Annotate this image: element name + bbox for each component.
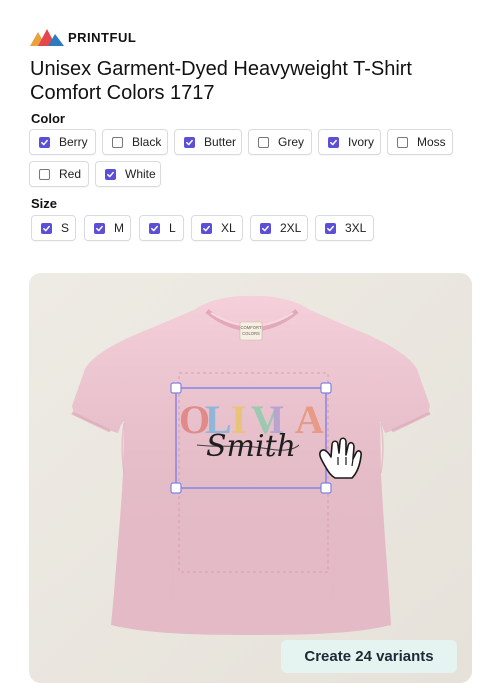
size-option-3xl[interactable]: 3XL — [315, 215, 374, 241]
checkbox-icon[interactable] — [39, 168, 50, 180]
size-option-label: XL — [221, 221, 236, 235]
brand-name: PRINTFUL — [68, 29, 137, 45]
checkbox-icon[interactable] — [105, 168, 116, 180]
create-variants-button[interactable]: Create 24 variants — [281, 640, 457, 673]
color-option-white[interactable]: White — [95, 161, 161, 187]
color-option-label: Ivory — [348, 135, 375, 149]
checkbox-icon[interactable] — [112, 136, 123, 148]
checkbox-icon[interactable] — [184, 136, 195, 148]
color-option-label: Black — [132, 135, 162, 149]
size-option-s[interactable]: S — [31, 215, 76, 241]
resize-handle-top-left[interactable] — [170, 382, 182, 394]
printful-logo: PRINTFUL — [30, 27, 136, 47]
neck-label: COMFORT COLORS — [239, 321, 263, 341]
checkbox-icon[interactable] — [94, 222, 105, 234]
color-option-label: Moss — [417, 135, 446, 149]
color-option-label: Berry — [59, 135, 88, 149]
size-option-label: M — [114, 221, 124, 235]
color-option-label: Red — [59, 167, 82, 181]
resize-handle-bottom-right[interactable] — [320, 482, 332, 494]
color-option-moss[interactable]: Moss — [387, 129, 453, 155]
color-option-label: Grey — [278, 135, 305, 149]
size-option-label: 2XL — [280, 221, 302, 235]
neck-label-line-1: COMFORT — [240, 325, 262, 330]
checkbox-icon[interactable] — [39, 136, 50, 148]
color-option-berry[interactable]: Berry — [29, 129, 96, 155]
tshirt — [71, 295, 431, 635]
product-title: Unisex Garment-Dyed Heavyweight T-Shirt … — [30, 57, 480, 105]
size-option-2xl[interactable]: 2XL — [250, 215, 308, 241]
checkbox-icon[interactable] — [41, 222, 52, 234]
color-option-label: Butter — [204, 135, 237, 149]
printful-logo-icon — [30, 29, 64, 46]
color-option-black[interactable]: Black — [102, 129, 168, 155]
color-section-label: Color — [31, 111, 65, 126]
size-section-label: Size — [31, 196, 58, 211]
color-option-ivory[interactable]: Ivory — [318, 129, 381, 155]
size-option-label: S — [61, 221, 70, 235]
color-option-grey[interactable]: Grey — [248, 129, 312, 155]
color-option-butter[interactable]: Butter — [174, 129, 242, 155]
checkbox-icon[interactable] — [260, 222, 271, 234]
product-title-line-1: Unisex Garment-Dyed Heavyweight T-Shirt — [30, 58, 412, 80]
checkbox-icon[interactable] — [149, 222, 160, 234]
size-option-m[interactable]: M — [84, 215, 131, 241]
checkbox-icon[interactable] — [328, 136, 339, 148]
checkbox-icon[interactable] — [258, 136, 269, 148]
product-mockup: COMFORT COLORS O L I V I A Smith — [29, 273, 472, 683]
checkbox-icon[interactable] — [201, 222, 212, 234]
size-option-label: 3XL — [345, 221, 367, 235]
checkbox-icon[interactable] — [325, 222, 336, 234]
neck-label-line-2: COLORS — [242, 331, 260, 336]
checkbox-icon[interactable] — [397, 136, 408, 148]
color-option-label: White — [125, 167, 156, 181]
resize-handle-top-right[interactable] — [320, 382, 332, 394]
design-letter: A — [295, 397, 324, 442]
resize-handle-bottom-left[interactable] — [170, 482, 182, 494]
size-option-label: L — [169, 221, 176, 235]
size-option-l[interactable]: L — [139, 215, 184, 241]
size-option-xl[interactable]: XL — [191, 215, 243, 241]
product-title-line-2: Comfort Colors 1717 — [30, 82, 215, 104]
tshirt-mockup-canvas: COMFORT COLORS O L I V I A Smith — [29, 273, 472, 683]
color-option-red[interactable]: Red — [29, 161, 89, 187]
